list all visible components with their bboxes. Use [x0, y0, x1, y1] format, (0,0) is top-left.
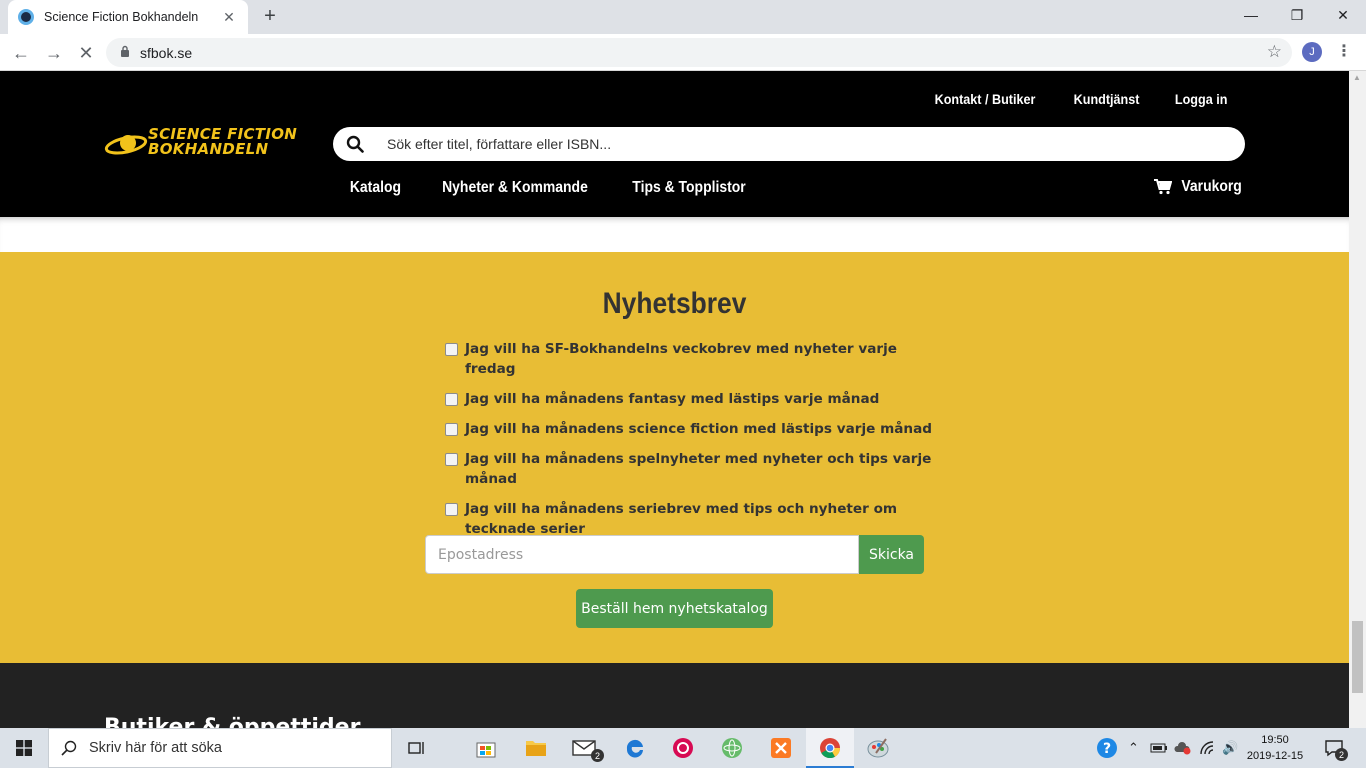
taskbar-clock[interactable]: 19:50 2019-12-15	[1240, 732, 1310, 764]
site-favicon-icon	[18, 9, 34, 25]
cart-label: Varukorg	[1181, 178, 1242, 195]
svg-text:?: ?	[1103, 741, 1111, 757]
scrollbar-thumb[interactable]	[1352, 621, 1363, 693]
cart-icon	[1154, 179, 1172, 195]
link-login[interactable]: Logga in	[1175, 91, 1227, 107]
forward-arrow-icon[interactable]: →	[41, 40, 67, 66]
back-arrow-icon[interactable]: ←	[8, 40, 34, 66]
task-view-icon[interactable]	[404, 735, 430, 761]
newsletter-option[interactable]: Jag vill ha månadens fantasy med lästips…	[445, 389, 935, 409]
main-nav: Katalog Nyheter & Kommande Tips & Toppli…	[347, 179, 752, 197]
site-footer: Butiker & öppettider	[0, 663, 1349, 728]
wifi-icon[interactable]	[1200, 728, 1216, 768]
page-scrollbar[interactable]: ▲	[1349, 71, 1366, 728]
browser-tab-strip: Science Fiction Bokhandeln ✕ + — ❐ ✕	[0, 0, 1366, 34]
logo-wordmark: SCIENCE FICTION BOKHANDELN	[148, 125, 298, 158]
onedrive-error-icon[interactable]	[1174, 728, 1192, 768]
tab-title: Science Fiction Bokhandeln	[44, 10, 199, 24]
search-icon[interactable]	[333, 135, 377, 153]
checkbox[interactable]	[445, 423, 458, 436]
nav-tips-toplists[interactable]: Tips & Topplistor	[632, 179, 745, 197]
checkbox[interactable]	[445, 343, 458, 356]
bookmark-star-icon[interactable]: ☆	[1267, 42, 1282, 62]
taskbar-search-box[interactable]: Skriv här för att söka	[48, 728, 392, 768]
page-viewport: Kontakt / Butiker Kundtjänst Logga in SC…	[0, 71, 1349, 728]
volume-icon[interactable]: 🔊	[1222, 728, 1238, 768]
email-signup-row: Skicka	[425, 535, 924, 575]
option-label[interactable]: Jag vill ha SF-Bokhandelns veckobrev med…	[465, 339, 935, 379]
footer-heading: Butiker & öppettider	[104, 715, 361, 728]
newsletter-option[interactable]: Jag vill ha månadens spelnyheter med nyh…	[445, 449, 935, 489]
chevron-up-icon[interactable]: ⌃	[1128, 728, 1139, 768]
browser-tab[interactable]: Science Fiction Bokhandeln ✕	[8, 0, 248, 34]
search-input[interactable]	[387, 136, 1227, 152]
tab-close-icon[interactable]: ✕	[220, 9, 238, 26]
newsletter-option[interactable]: Jag vill ha månadens science fiction med…	[445, 419, 935, 439]
nav-news-upcoming[interactable]: Nyheter & Kommande	[442, 179, 588, 197]
top-links: Kontakt / Butiker Kundtjänst Logga in	[929, 91, 1230, 107]
site-header: Kontakt / Butiker Kundtjänst Logga in SC…	[0, 71, 1349, 217]
clock-time: 19:50	[1261, 734, 1289, 746]
stop-loading-icon[interactable]: ✕	[73, 40, 99, 66]
header-shadow-strip	[0, 217, 1349, 252]
newsletter-option[interactable]: Jag vill ha månadens seriebrev med tips …	[445, 499, 935, 539]
taskbar-search-placeholder: Skriv här för att söka	[89, 740, 222, 756]
site-search	[333, 127, 1245, 161]
notification-center-icon[interactable]: 2	[1324, 728, 1348, 768]
xampp-icon[interactable]	[768, 735, 794, 761]
site-logo[interactable]: SCIENCE FICTION BOKHANDELN	[104, 127, 314, 163]
url-text: sfbok.se	[140, 44, 193, 61]
edge-browser-icon[interactable]	[622, 735, 648, 761]
restore-icon[interactable]: ❐	[1274, 0, 1320, 30]
minimize-icon[interactable]: —	[1228, 0, 1274, 30]
nav-catalog[interactable]: Katalog	[350, 179, 401, 197]
option-label[interactable]: Jag vill ha månadens seriebrev med tips …	[465, 499, 935, 539]
newsletter-options: Jag vill ha SF-Bokhandelns veckobrev med…	[445, 339, 935, 549]
checkbox[interactable]	[445, 503, 458, 516]
checkbox[interactable]	[445, 453, 458, 466]
link-customer-service[interactable]: Kundtjänst	[1073, 91, 1139, 107]
checkbox[interactable]	[445, 393, 458, 406]
omnibox[interactable]: sfbok.se ☆	[106, 38, 1292, 67]
paint-palette-icon[interactable]	[865, 735, 891, 761]
order-catalog-button[interactable]: Beställ hem nyhetskatalog	[576, 589, 773, 628]
notification-badge: 2	[1335, 748, 1348, 761]
profile-avatar[interactable]: J	[1302, 42, 1322, 62]
newsletter-title: Nyhetsbrev	[602, 287, 747, 320]
chrome-icon[interactable]	[817, 735, 843, 761]
email-field[interactable]	[425, 535, 859, 574]
help-icon[interactable]: ?	[1096, 728, 1118, 768]
windows-start-icon[interactable]	[0, 728, 48, 768]
debian-swirl-icon[interactable]	[670, 735, 696, 761]
microsoft-store-icon[interactable]	[473, 735, 499, 761]
windows-taskbar: Skriv här för att söka 2 ? ⌃ 🔊 19:50 201…	[0, 728, 1366, 768]
file-explorer-icon[interactable]	[523, 735, 549, 761]
address-bar: ← → ✕ sfbok.se ☆ J ⋮	[0, 34, 1366, 71]
lock-icon	[120, 45, 130, 60]
option-label[interactable]: Jag vill ha månadens fantasy med lästips…	[465, 389, 879, 409]
send-button[interactable]: Skicka	[859, 535, 924, 574]
planet-logo-icon	[104, 135, 148, 155]
newsletter-option[interactable]: Jag vill ha SF-Bokhandelns veckobrev med…	[445, 339, 935, 379]
clock-date: 2019-12-15	[1246, 750, 1304, 762]
mail-icon[interactable]: 2	[571, 735, 604, 762]
scroll-up-arrow-icon[interactable]: ▲	[1353, 73, 1361, 82]
window-close-icon[interactable]: ✕	[1320, 0, 1366, 30]
option-label[interactable]: Jag vill ha månadens spelnyheter med nyh…	[465, 449, 935, 489]
mail-badge: 2	[591, 749, 604, 762]
option-label[interactable]: Jag vill ha månadens science fiction med…	[465, 419, 932, 439]
link-contact-stores[interactable]: Kontakt / Butiker	[934, 91, 1035, 107]
search-icon	[61, 740, 77, 756]
battery-icon[interactable]	[1150, 728, 1168, 768]
menu-kebab-icon[interactable]: ⋮	[1336, 41, 1352, 61]
atom-editor-icon[interactable]	[719, 735, 745, 761]
cart-link[interactable]: Varukorg	[1154, 178, 1245, 196]
new-tab-button[interactable]: +	[258, 6, 282, 28]
newsletter-section: Nyhetsbrev Jag vill ha SF-Bokhandelns ve…	[0, 252, 1349, 663]
